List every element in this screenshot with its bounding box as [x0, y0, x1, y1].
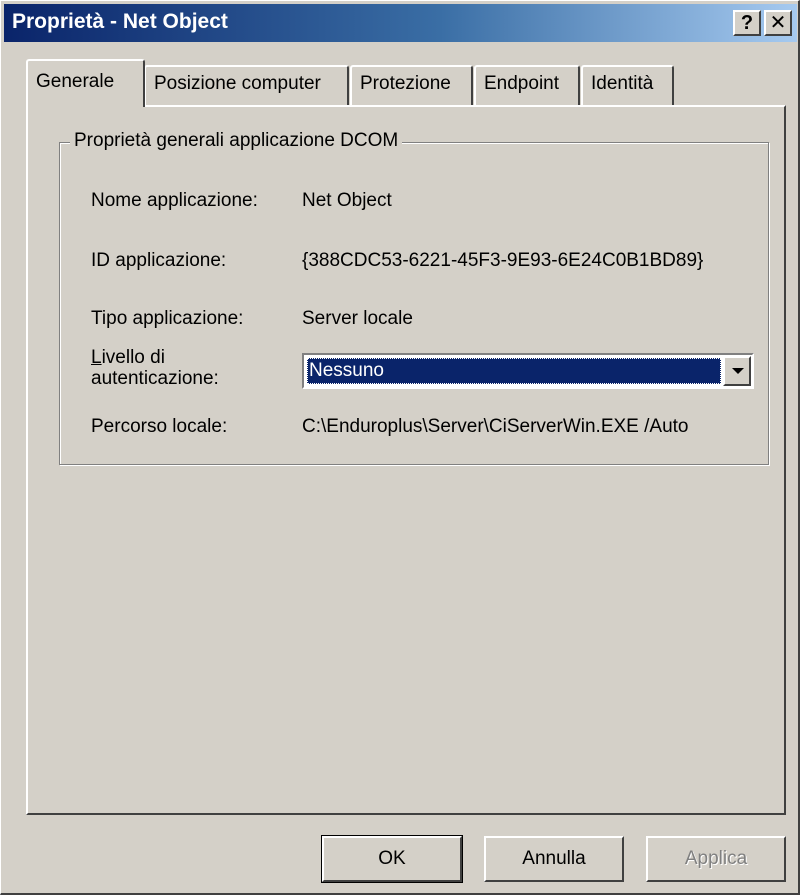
app-id-value: {388CDC53-6221-45F3-9E93-6E24C0B1BD89} — [302, 250, 704, 271]
auth-level-dropdown[interactable]: Nessuno — [302, 353, 754, 389]
window-title: Proprietà - Net Object — [12, 10, 228, 33]
app-name-value: Net Object — [302, 190, 392, 211]
tab-page-generale: Proprietà generali applicazione DCOM Nom… — [26, 105, 786, 815]
dcom-properties-group: Proprietà generali applicazione DCOM Nom… — [59, 130, 769, 465]
app-name-label: Nome applicazione: — [91, 190, 258, 211]
accelerator-key: L — [91, 347, 102, 368]
close-icon: ✕ — [769, 12, 787, 34]
tab-protezione[interactable]: Protezione — [350, 65, 473, 105]
title-bar[interactable]: Proprietà - Net Object ? ✕ — [4, 4, 797, 42]
help-button[interactable]: ? — [733, 10, 761, 36]
close-button[interactable]: ✕ — [764, 10, 792, 36]
tab-identita[interactable]: Identità — [581, 65, 674, 105]
question-mark-icon: ? — [740, 12, 754, 34]
cancel-button-label: Annulla — [522, 848, 586, 869]
local-path-label: Percorso locale: — [91, 416, 228, 437]
auth-level-selected-value: Nessuno — [307, 358, 721, 384]
group-title: Proprietà generali applicazione DCOM — [70, 130, 403, 152]
tab-label: Posizione computer — [154, 73, 321, 94]
auth-level-label-line2: autenticazione: — [91, 368, 219, 389]
tab-label: Generale — [36, 71, 115, 92]
app-id-label: ID applicazione: — [91, 250, 227, 271]
chevron-down-icon — [732, 368, 744, 374]
tab-generale[interactable]: Generale — [26, 59, 145, 107]
apply-button: Applica — [646, 836, 786, 882]
app-type-value: Server locale — [302, 308, 413, 329]
dropdown-arrow-button[interactable] — [723, 356, 751, 386]
properties-dialog: Proprietà - Net Object ? ✕ Generale Posi… — [0, 0, 800, 895]
app-type-label: Tipo applicazione: — [91, 308, 244, 329]
local-path-value: C:\Enduroplus\Server\CiServerWin.EXE /Au… — [302, 416, 689, 437]
ok-button-label: OK — [378, 848, 406, 869]
tab-label: Identità — [591, 73, 654, 94]
apply-button-label: Applica — [684, 848, 748, 869]
tab-label: Endpoint — [484, 73, 560, 94]
ok-button[interactable]: OK — [321, 835, 463, 883]
auth-level-label: Livello di autenticazione: — [91, 347, 219, 389]
cancel-button[interactable]: Annulla — [484, 836, 624, 882]
auth-level-label-line1: ivello di — [101, 347, 165, 368]
tab-posizione-computer[interactable]: Posizione computer — [144, 65, 349, 105]
tab-endpoint[interactable]: Endpoint — [474, 65, 580, 105]
tab-label: Protezione — [360, 73, 451, 94]
